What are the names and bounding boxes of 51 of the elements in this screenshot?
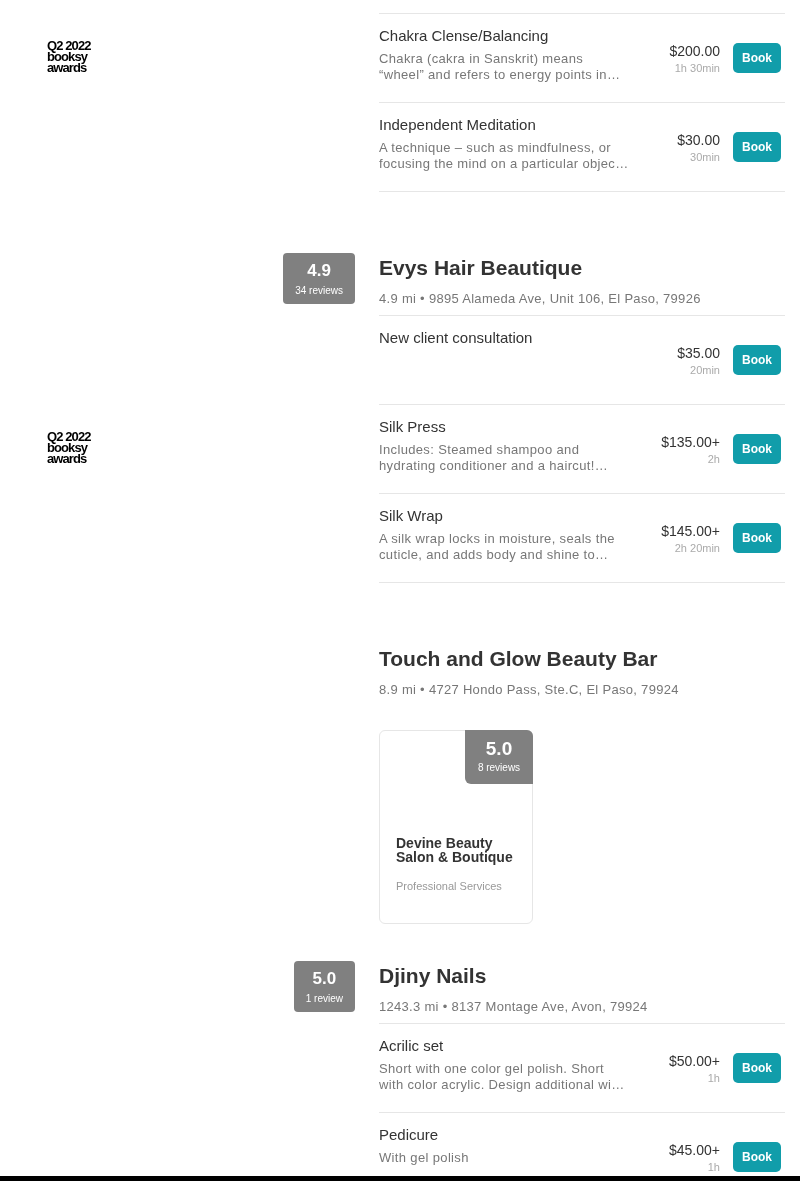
- service-description: With gel polish: [379, 1150, 470, 1166]
- service-name: Acrilic set: [379, 1036, 445, 1056]
- business-address: 1243.3 mi • 8137 Montage Ave, Avon, 79924: [379, 998, 649, 1016]
- rating-score: 4.9: [306, 260, 332, 282]
- service-name: New client consultation: [379, 328, 534, 348]
- book-button[interactable]: Book: [733, 523, 781, 553]
- book-button[interactable]: Book: [733, 132, 781, 162]
- service-duration: 1h 30min: [673, 60, 720, 75]
- book-button[interactable]: Book: [733, 345, 781, 375]
- service-description: A technique – such as mindfulness, or focusing the mind on a particular objec…: [379, 140, 630, 172]
- service-price: $145.00+: [661, 521, 720, 540]
- book-button[interactable]: Book: [733, 1142, 781, 1172]
- service-description: Chakra (cakra in Sanskrit) means “wheel” and refers to energy points in…: [379, 51, 622, 83]
- card-title: Devine Beauty Salon & Boutique: [396, 836, 514, 864]
- business-name[interactable]: Touch and Glow Beauty Bar: [379, 644, 785, 674]
- book-button[interactable]: Book: [733, 43, 781, 73]
- awards-logo: Q2 2022 booksy awards: [47, 40, 91, 73]
- business-name[interactable]: Evys Hair Beautique: [379, 253, 785, 283]
- service-duration: 1h: [706, 1070, 720, 1085]
- awards-logo: Q2 2022 booksy awards: [47, 431, 91, 464]
- rating-score: 5.0: [311, 968, 338, 990]
- service-price: $30.00: [677, 130, 720, 149]
- service-name: Chakra Clense/Balancing: [379, 26, 550, 46]
- service-name: Silk Press: [379, 417, 447, 437]
- service-name: Independent Meditation: [379, 115, 537, 135]
- service-duration: 2h: [706, 451, 720, 466]
- service-duration: 2h 20min: [673, 540, 720, 555]
- service-description: Includes: Steamed shampoo and hydrating conditioner and a haircut!…: [379, 442, 610, 474]
- review-count: 1 review: [305, 992, 343, 1006]
- service-price: $45.00+: [669, 1140, 720, 1159]
- review-count: 34 reviews: [295, 284, 343, 298]
- book-button[interactable]: Book: [733, 1053, 781, 1083]
- service-price: $35.00: [677, 343, 720, 362]
- service-price: $200.00: [669, 41, 720, 60]
- book-button[interactable]: Book: [733, 434, 781, 464]
- business-name[interactable]: Djiny Nails: [379, 961, 785, 991]
- service-price: $135.00+: [661, 432, 720, 451]
- business-address: 8.9 mi • 4727 Hondo Pass, Ste.C, El Paso, 79924: [379, 681, 680, 699]
- review-count: 8 reviews: [476, 761, 522, 774]
- service-name: Pedicure: [379, 1125, 440, 1145]
- service-duration: 30min: [689, 149, 720, 164]
- service-duration: 1h: [706, 1159, 720, 1174]
- service-duration: 20min: [689, 362, 720, 377]
- card-category: Professional Services: [396, 879, 503, 893]
- service-description: A silk wrap locks in moisture, seals the cuticle, and adds body and shine to…: [379, 531, 616, 563]
- business-card[interactable]: 5.0 8 reviews Devine Beauty Salon & Boutique Professional Services: [379, 730, 533, 924]
- business-address: 4.9 mi • 9895 Alameda Ave, Unit 106, El Paso, 79926: [379, 290, 702, 308]
- service-description: Short with one color gel polish. Short with color acrylic. Design additional wi…: [379, 1061, 626, 1093]
- rating-score: 5.0: [484, 737, 514, 761]
- service-name: Silk Wrap: [379, 506, 444, 526]
- service-price: $50.00+: [669, 1051, 720, 1070]
